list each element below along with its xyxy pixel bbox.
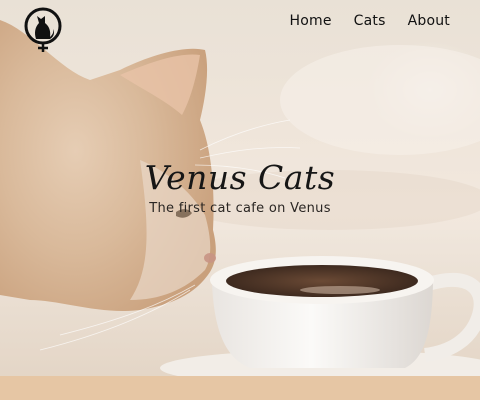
page-subtitle: The first cat cafe on Venus bbox=[149, 201, 331, 216]
page-title: Venus Cats bbox=[144, 158, 336, 197]
nav-link-home[interactable]: Home bbox=[289, 13, 331, 29]
logo[interactable] bbox=[22, 5, 64, 53]
hero-text: Venus Cats The first cat cafe on Venus bbox=[0, 158, 480, 216]
accent-strip bbox=[0, 376, 480, 400]
cat-venus-symbol-icon bbox=[24, 7, 62, 52]
nav-link-cats[interactable]: Cats bbox=[354, 13, 386, 29]
hero-banner: Home Cats About Venus Cats The first cat… bbox=[0, 0, 480, 376]
main-nav: Home Cats About bbox=[267, 13, 450, 29]
nav-link-about[interactable]: About bbox=[408, 13, 450, 29]
